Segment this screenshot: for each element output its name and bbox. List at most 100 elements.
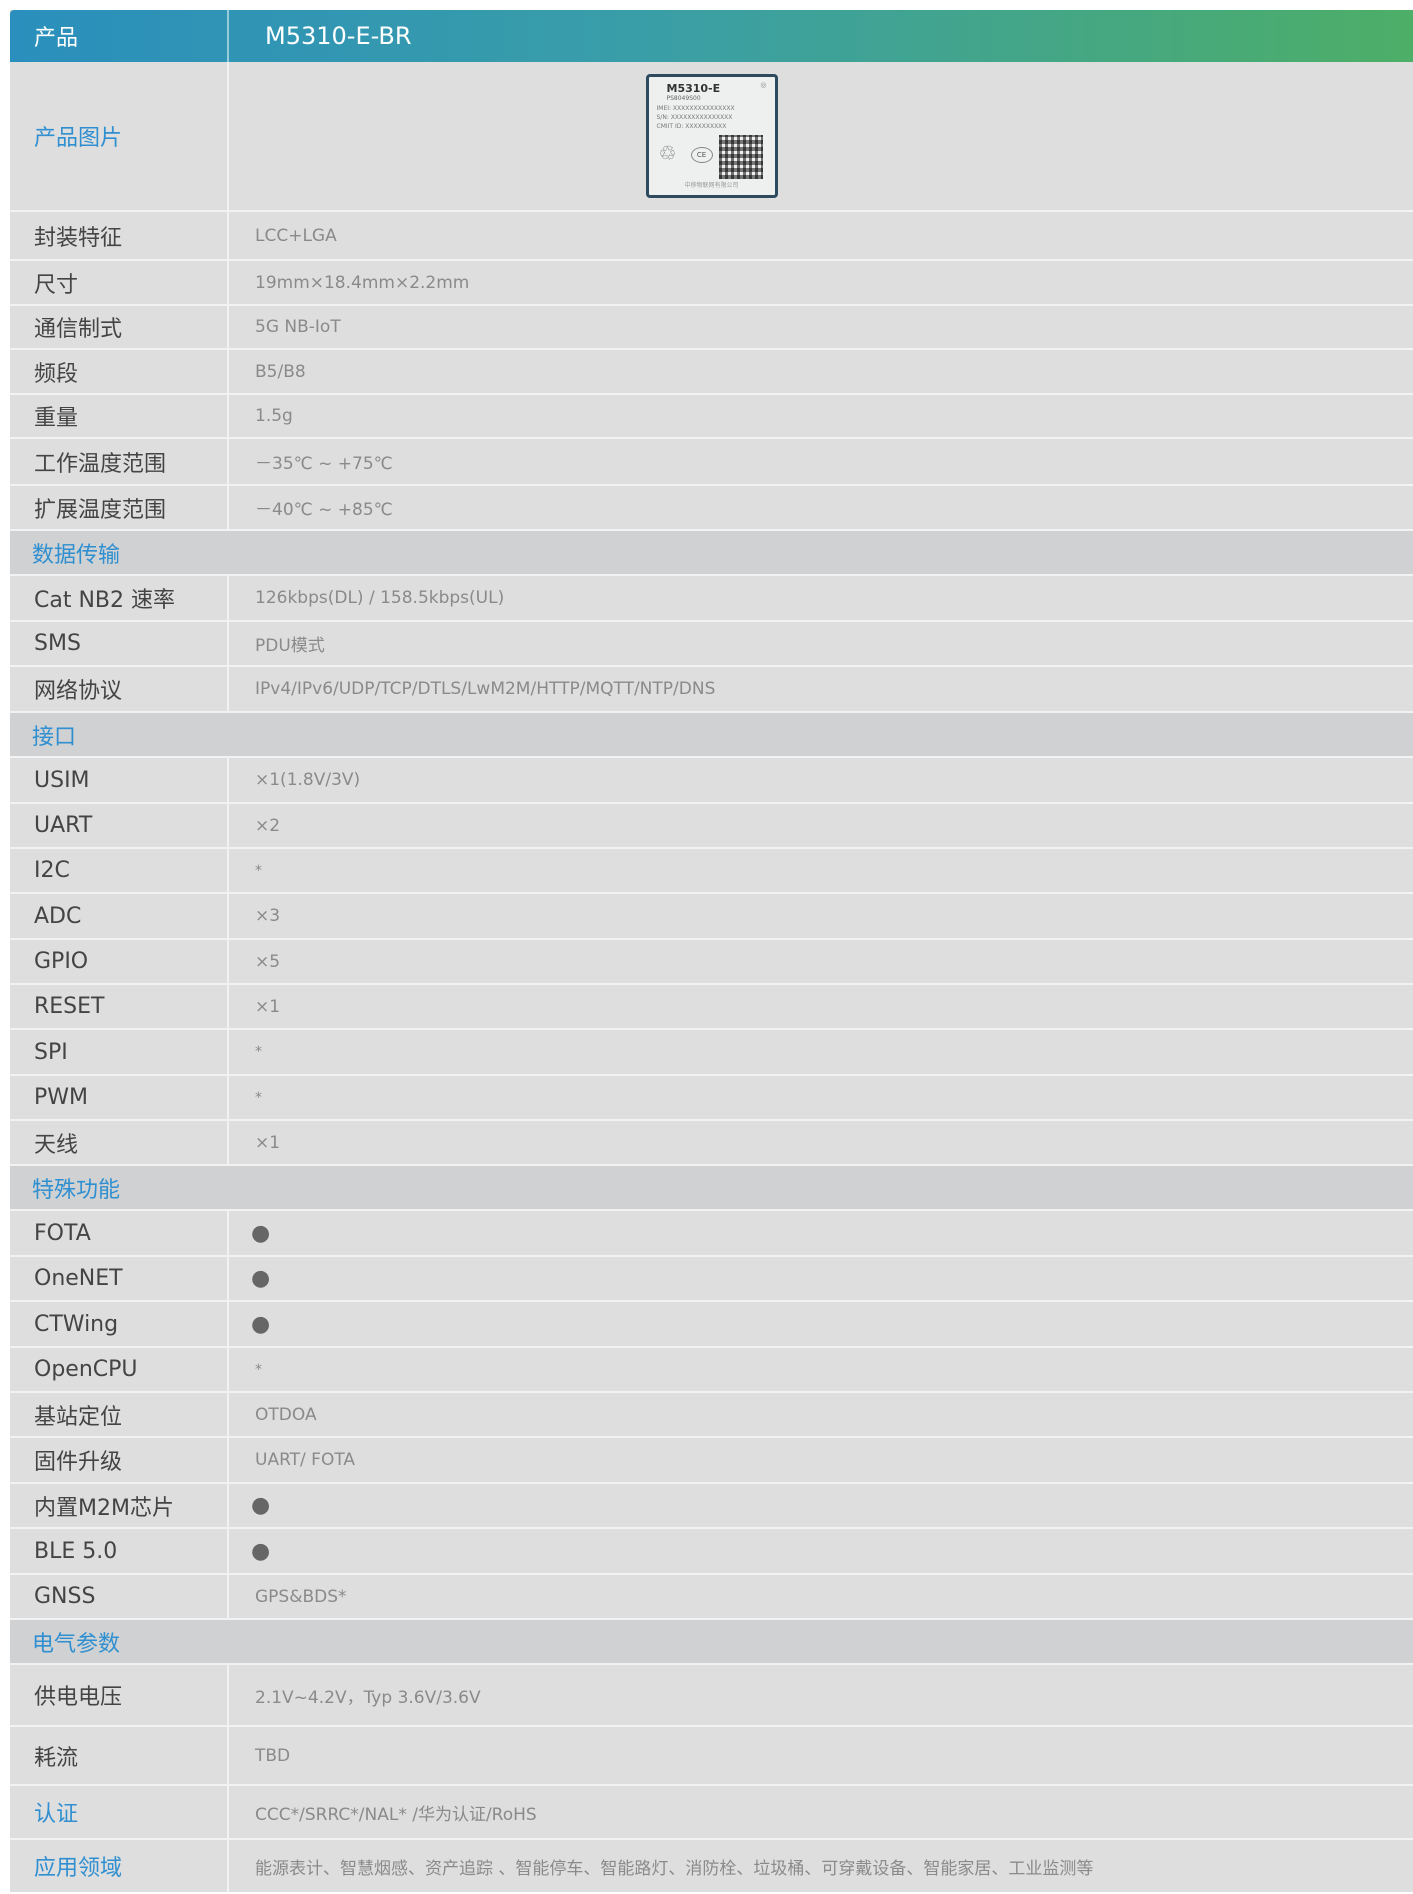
basic-row: 扩展温度范围 －40℃ ~ +85℃ bbox=[10, 486, 1413, 531]
section-special-features: 特殊功能 bbox=[10, 1166, 1413, 1211]
module-imei: IMEI: XXXXXXXXXXXXXXX bbox=[656, 105, 735, 112]
interface-row: USIM ×1(1.8V/3V) bbox=[10, 758, 1413, 804]
feature-label: OpenCPU bbox=[10, 1348, 229, 1391]
feature-row: OpenCPU * bbox=[10, 1348, 1413, 1393]
basic-value: LCC+LGA bbox=[255, 225, 337, 246]
weee-bin-icon: ♲ bbox=[658, 141, 677, 165]
basic-label: 扩展温度范围 bbox=[10, 486, 229, 529]
interface-row: RESET ×1 bbox=[10, 985, 1413, 1030]
section-data-transfer: 数据传输 bbox=[10, 531, 1413, 576]
feature-label: 固件升级 bbox=[10, 1438, 229, 1482]
spec-table: 产品 M5310-E-BR 产品图片 M5310-E PS8049S00 ◎ I… bbox=[10, 10, 1413, 1892]
feature-label: CTWing bbox=[10, 1302, 229, 1346]
feature-value: UART/ FOTA bbox=[255, 1450, 356, 1470]
interface-value: ×1 bbox=[255, 996, 281, 1017]
interface-row: 天线 ×1 bbox=[10, 1121, 1413, 1166]
basic-label: 封装特征 bbox=[10, 212, 229, 259]
feature-row: BLE 5.0 ● bbox=[10, 1529, 1413, 1575]
interface-label: GPIO bbox=[10, 940, 229, 983]
data-row: SMS PDU模式 bbox=[10, 622, 1413, 667]
interface-row: PWM * bbox=[10, 1076, 1413, 1121]
feature-label: OneNET bbox=[10, 1257, 229, 1300]
interface-value: * bbox=[255, 862, 262, 879]
product-model: M5310-E-BR bbox=[265, 22, 412, 50]
feature-value: ● bbox=[251, 1311, 271, 1337]
feature-row: CTWing ● bbox=[10, 1302, 1413, 1348]
interface-row: GPIO ×5 bbox=[10, 940, 1413, 985]
basic-row: 频段 B5/B8 bbox=[10, 350, 1413, 395]
interface-row: ADC ×3 bbox=[10, 894, 1413, 940]
basic-label: 尺寸 bbox=[10, 261, 229, 304]
feature-value: OTDOA bbox=[255, 1404, 317, 1425]
interface-label: UART bbox=[10, 804, 229, 847]
product-image-cell: M5310-E PS8049S00 ◎ IMEI: XXXXXXXXXXXXXX… bbox=[229, 62, 1413, 210]
basic-rows: 封装特征 LCC+LGA 尺寸 19mm×18.4mm×2.2mm 通信制式 5G NB-… bbox=[10, 212, 1413, 531]
interface-label: ADC bbox=[10, 894, 229, 938]
feature-label: GNSS bbox=[10, 1575, 229, 1618]
interface-value: ×1 bbox=[255, 1132, 281, 1153]
china-mobile-logo-icon: ◎ bbox=[760, 81, 767, 89]
interface-value: ×3 bbox=[255, 906, 281, 926]
interface-label: I2C bbox=[10, 849, 229, 892]
product-image-row: 产品图片 M5310-E PS8049S00 ◎ IMEI: XXXXXXXXX… bbox=[10, 62, 1413, 212]
interface-value: ×2 bbox=[255, 815, 281, 836]
basic-label: 通信制式 bbox=[10, 306, 229, 348]
qr-code-icon bbox=[718, 135, 763, 179]
module-cmiit: CMIIT ID: XXXXXXXXXX bbox=[656, 123, 727, 130]
electrical-label: 供电电压 bbox=[10, 1665, 229, 1725]
module-image: M5310-E PS8049S00 ◎ IMEI: XXXXXXXXXXXXXX… bbox=[645, 74, 778, 198]
cert-value: CCC*/SRRC*/NAL* /华为认证/RoHS bbox=[255, 1804, 537, 1825]
interface-value: * bbox=[255, 1089, 262, 1106]
module-sub: PS8049S00 bbox=[666, 95, 701, 102]
basic-row: 封装特征 LCC+LGA bbox=[10, 212, 1413, 261]
basic-value: 5G NB-IoT bbox=[255, 317, 341, 337]
feature-label: BLE 5.0 bbox=[10, 1529, 229, 1573]
electrical-row: 耗流 TBD bbox=[10, 1727, 1413, 1786]
electrical-row: 供电电压 2.1V~4.2V，Typ 3.6V/3.6V bbox=[10, 1665, 1413, 1727]
data-label: SMS bbox=[10, 622, 229, 665]
basic-value: －40℃ ~ +85℃ bbox=[255, 500, 393, 520]
feature-row: 基站定位 OTDOA bbox=[10, 1393, 1413, 1438]
data-row: Cat NB2 速率 126kbps(DL) / 158.5kbps(UL) bbox=[10, 576, 1413, 622]
cert-row: 认证 CCC*/SRRC*/NAL* /华为认证/RoHS bbox=[10, 1786, 1413, 1840]
data-value: PDU模式 bbox=[255, 636, 325, 656]
feature-value: ● bbox=[251, 1493, 271, 1518]
electrical-label: 耗流 bbox=[10, 1727, 229, 1784]
feature-row: FOTA ● bbox=[10, 1211, 1413, 1257]
feature-row: OneNET ● bbox=[10, 1257, 1413, 1302]
basic-label: 工作温度范围 bbox=[10, 439, 229, 484]
interface-value: * bbox=[255, 1044, 262, 1060]
feature-label: FOTA bbox=[10, 1211, 229, 1255]
basic-value: B5/B8 bbox=[255, 361, 306, 382]
interface-value: ×1(1.8V/3V) bbox=[255, 770, 361, 790]
interface-rows: USIM ×1(1.8V/3V) UART ×2 I2C * ADC ×3 GPIO ×5 RESE… bbox=[10, 758, 1413, 1166]
feature-value: ● bbox=[251, 1220, 271, 1246]
application-label: 应用领域 bbox=[10, 1840, 229, 1892]
basic-row: 通信制式 5G NB-IoT bbox=[10, 306, 1413, 350]
feature-row: 固件升级 UART/ FOTA bbox=[10, 1438, 1413, 1484]
data-row: 网络协议 IPv4/IPv6/UDP/TCP/DTLS/LwM2M/HTTP/MQ… bbox=[10, 667, 1413, 713]
table-header: 产品 M5310-E-BR bbox=[10, 10, 1413, 62]
feature-label: 内置M2M芯片 bbox=[10, 1484, 229, 1527]
application-row: 应用领域 能源表计、智慧烟感、资产追踪 、智能停车、智能路灯、消防栓、垃圾桶、可… bbox=[10, 1840, 1413, 1892]
electrical-value: 2.1V~4.2V，Typ 3.6V/3.6V bbox=[255, 1687, 481, 1708]
interface-label: PWM bbox=[10, 1076, 229, 1119]
basic-label: 重量 bbox=[10, 395, 229, 437]
special-rows: FOTA ● OneNET ● CTWing ● OpenCPU * 基站定位 OTDOA 固件升级… bbox=[10, 1211, 1413, 1620]
basic-row: 重量 1.5g bbox=[10, 395, 1413, 439]
interface-row: SPI * bbox=[10, 1030, 1413, 1076]
module-name: M5310-E bbox=[666, 82, 721, 95]
section-electrical: 电气参数 bbox=[10, 1620, 1413, 1665]
basic-value: 19mm×18.4mm×2.2mm bbox=[255, 272, 470, 293]
feature-label: 基站定位 bbox=[10, 1393, 229, 1436]
feature-value: * bbox=[255, 1361, 262, 1378]
feature-row: GNSS GPS&BDS* bbox=[10, 1575, 1413, 1620]
interface-label: 天线 bbox=[10, 1121, 229, 1164]
electrical-value: TBD bbox=[255, 1745, 291, 1766]
data-label: Cat NB2 速率 bbox=[10, 576, 229, 620]
interface-label: USIM bbox=[10, 758, 229, 802]
product-image-label: 产品图片 bbox=[10, 62, 229, 210]
basic-value: 1.5g bbox=[255, 406, 293, 426]
header-label: 产品 bbox=[10, 10, 229, 62]
feature-value: ● bbox=[251, 1266, 271, 1291]
